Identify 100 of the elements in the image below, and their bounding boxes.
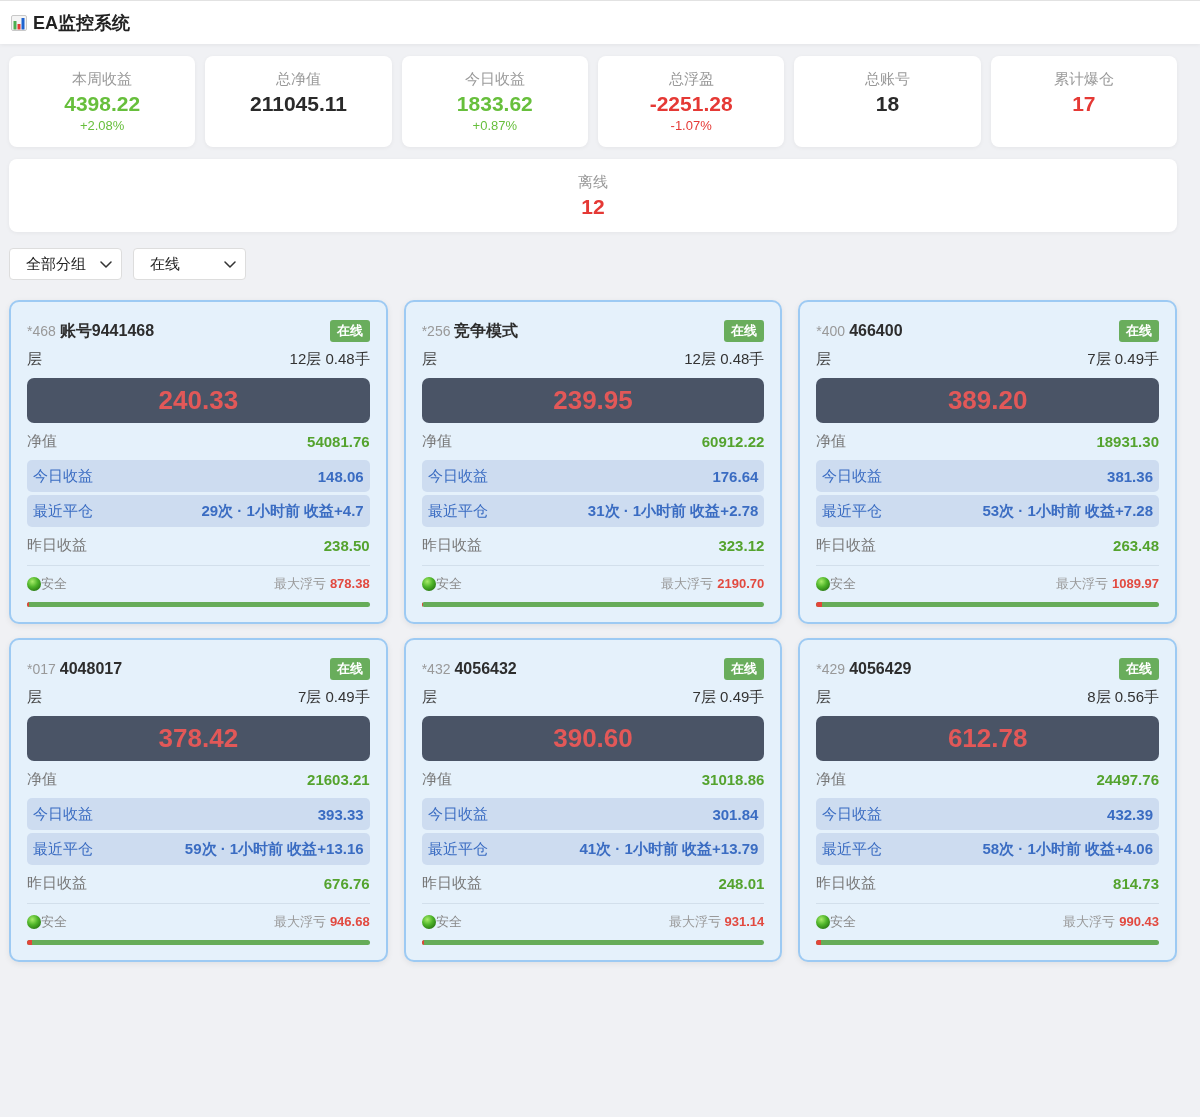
row-label: 净值 xyxy=(421,770,452,789)
row-value: 676.76 xyxy=(323,875,370,892)
account-card[interactable]: *429 4056429 在线 层 8层 0.56手 612.78 净值 24497.76 今日收益 432.39 最近平仓 58次 · 1小时前 收益+4.06 昨日收益 814.73 安全 最大浮亏 990.43 xyxy=(798,638,1177,962)
layer-label: 层 xyxy=(421,350,437,369)
account-tag: *017 xyxy=(27,661,56,677)
row-value: 53次 · 1小时前 收益+7.28 xyxy=(982,501,1153,521)
row-label: 今日收益 xyxy=(33,466,93,486)
row-value: 148.06 xyxy=(317,467,364,485)
account-tag: *256 xyxy=(421,322,451,339)
max-loss-value: 2190.70 xyxy=(717,576,765,591)
row-value: 24497.76 xyxy=(1096,771,1159,788)
max-loss-value: 946.68 xyxy=(329,914,370,929)
layer-value: 12层 0.48手 xyxy=(684,350,765,369)
bar-chart-icon xyxy=(11,14,27,31)
status-badge: 在线 xyxy=(1119,320,1159,342)
row-label: 今日收益 xyxy=(427,804,488,824)
floating-profit-display: 239.95 xyxy=(421,378,765,423)
row-label: 净值 xyxy=(816,770,847,789)
stat-label: 总浮盈 xyxy=(668,69,714,89)
row-label: 净值 xyxy=(27,432,57,451)
row-label: 今日收益 xyxy=(822,804,883,824)
filter-select[interactable]: 全部分组 xyxy=(9,248,122,280)
stat-value: 1833.62 xyxy=(456,91,533,117)
account-name: 466400 xyxy=(849,322,903,340)
stat-label: 总净值 xyxy=(276,69,321,89)
stat-value: 4398.22 xyxy=(64,91,141,117)
max-loss-value: 931.14 xyxy=(724,914,765,929)
row-label: 最近平仓 xyxy=(427,501,488,521)
risk-status: 安全 xyxy=(41,574,67,593)
max-loss-label: 最大浮亏 xyxy=(668,912,721,931)
row-value: 54081.76 xyxy=(307,433,370,450)
max-loss-label: 最大浮亏 xyxy=(273,912,326,931)
stat-value: -2251.28 xyxy=(649,91,733,117)
layer-label: 层 xyxy=(27,350,42,369)
row-label: 最近平仓 xyxy=(427,839,488,859)
account-tag: *468 xyxy=(27,322,56,339)
row-value: 58次 · 1小时前 收益+4.06 xyxy=(982,839,1153,859)
row-label: 最近平仓 xyxy=(822,839,883,859)
row-label: 昨日收益 xyxy=(816,874,877,893)
status-badge: 在线 xyxy=(724,658,765,680)
row-label: 昨日收益 xyxy=(27,536,87,555)
account-card[interactable]: *468 账号9441468 在线 层 12层 0.48手 240.33 净值 54081.76 今日收益 148.06 最近平仓 29次 · 1小时前 收益+4.7 昨日收益 238.50 安全 最大浮亏 878.38 xyxy=(9,300,388,624)
row-value: 176.64 xyxy=(712,467,759,485)
stat-value: 12 xyxy=(581,194,605,220)
row-value: 323.12 xyxy=(718,537,765,554)
row-label: 最近平仓 xyxy=(33,839,93,859)
floating-profit-display: 612.78 xyxy=(816,716,1159,761)
status-dot-icon xyxy=(421,576,436,591)
layer-value: 8层 0.56手 xyxy=(1087,688,1159,707)
floating-profit-display: 389.20 xyxy=(816,378,1159,423)
layer-label: 层 xyxy=(816,688,832,707)
status-dot-icon xyxy=(816,576,831,591)
risk-status: 安全 xyxy=(830,912,857,931)
max-loss-value: 878.38 xyxy=(329,576,370,591)
row-value: 381.36 xyxy=(1107,467,1153,485)
stat-label: 本周收益 xyxy=(72,69,133,89)
layer-value: 12层 0.48手 xyxy=(289,350,370,369)
row-value: 31018.86 xyxy=(701,771,765,788)
account-card[interactable]: *017 4048017 在线 层 7层 0.49手 378.42 净值 21603.21 今日收益 393.33 最近平仓 59次 · 1小时前 收益+13.16 昨日收益 676.76 安全 最大浮亏 946.68 xyxy=(9,638,388,962)
row-value: 238.50 xyxy=(323,537,370,554)
account-name: 4056429 xyxy=(849,660,912,678)
status-badge: 在线 xyxy=(329,320,370,342)
stat-label: 累计爆仓 xyxy=(1053,69,1114,89)
floating-profit-display: 240.33 xyxy=(27,378,370,423)
account-name: 4048017 xyxy=(59,660,123,678)
row-value: 432.39 xyxy=(1107,805,1153,823)
row-label: 昨日收益 xyxy=(421,536,482,555)
stat-change: +0.87% xyxy=(472,117,518,135)
risk-status: 安全 xyxy=(41,912,67,931)
chevron-down-icon xyxy=(224,260,236,268)
row-label: 净值 xyxy=(816,432,847,451)
chevron-down-icon xyxy=(100,260,112,268)
account-card[interactable]: *256 竞争模式 在线 层 12层 0.48手 239.95 净值 60912.22 今日收益 176.64 最近平仓 31次 · 1小时前 收益+2.78 昨日收益 323.12 安全 最大浮亏 2190.70 xyxy=(403,300,783,624)
risk-status: 安全 xyxy=(435,574,462,593)
row-value: 814.73 xyxy=(1113,875,1159,892)
max-loss-label: 最大浮亏 xyxy=(1056,574,1108,593)
row-label: 净值 xyxy=(421,432,452,451)
app-title: EA监控系统 xyxy=(33,11,130,35)
account-name: 竞争模式 xyxy=(454,320,519,341)
stat-change: -1.07% xyxy=(670,117,712,135)
row-label: 昨日收益 xyxy=(816,536,877,555)
row-value: 29次 · 1小时前 收益+4.7 xyxy=(201,501,364,521)
stat-label: 总账号 xyxy=(864,69,910,89)
row-value: 60912.22 xyxy=(701,433,765,450)
status-dot-icon xyxy=(421,914,436,929)
filter-select[interactable]: 在线 xyxy=(133,248,246,280)
status-dot-icon xyxy=(27,576,41,591)
row-label: 今日收益 xyxy=(33,804,93,824)
row-label: 昨日收益 xyxy=(27,874,87,893)
stat-change: +2.08% xyxy=(79,117,125,135)
account-name: 4056432 xyxy=(454,660,517,678)
account-card[interactable]: *432 4056432 在线 层 7层 0.49手 390.60 净值 31018.86 今日收益 301.84 最近平仓 41次 · 1小时前 收益+13.79 昨日收益 248.01 安全 最大浮亏 931.14 xyxy=(403,638,783,962)
row-label: 昨日收益 xyxy=(421,874,482,893)
account-tag: *432 xyxy=(421,661,451,677)
row-label: 最近平仓 xyxy=(33,501,93,521)
layer-label: 层 xyxy=(421,688,437,707)
row-label: 最近平仓 xyxy=(822,501,883,521)
account-card[interactable]: *400 466400 在线 层 7层 0.49手 389.20 净值 18931.30 今日收益 381.36 最近平仓 53次 · 1小时前 收益+7.28 昨日收益 263.48 安全 最大浮亏 1089.97 xyxy=(798,300,1177,624)
row-value: 21603.21 xyxy=(307,771,370,788)
row-value: 18931.30 xyxy=(1096,433,1159,450)
